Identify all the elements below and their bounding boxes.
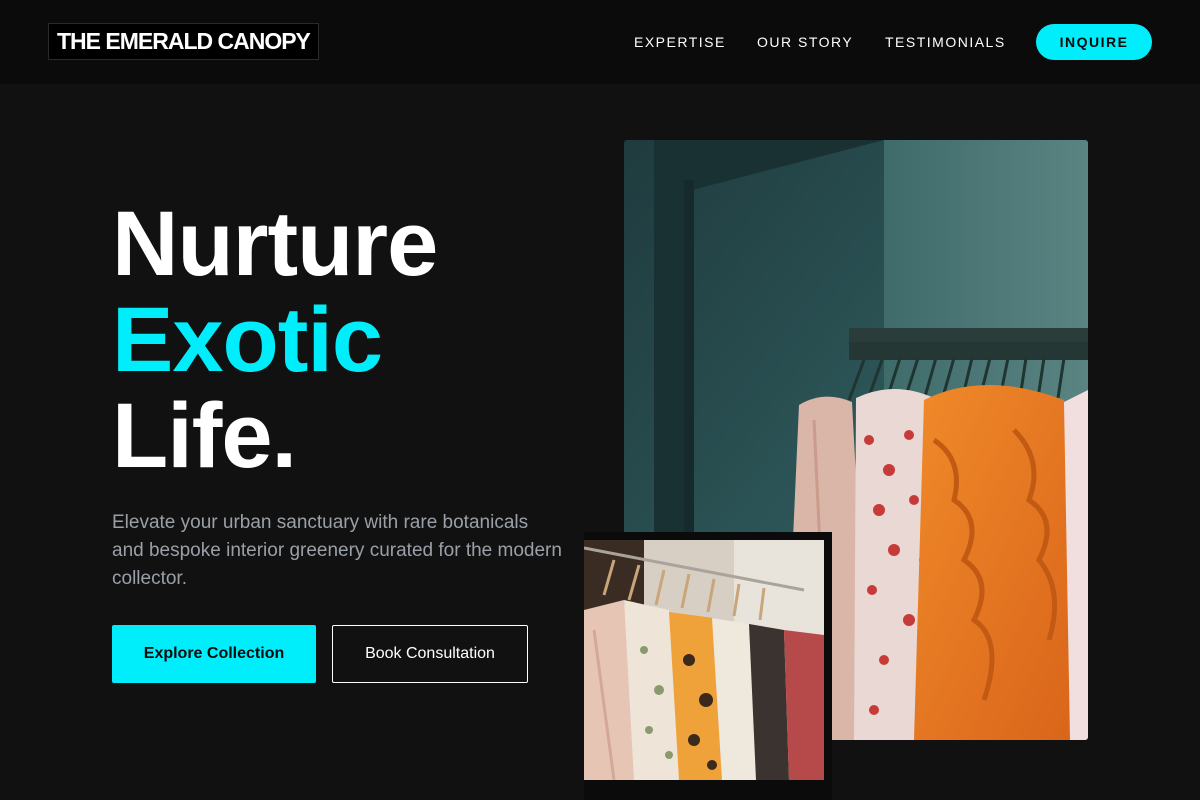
nav-link-expertise[interactable]: EXPERTISE [634,34,726,50]
clothing-rack-closeup-photo [584,540,824,780]
site-header: THE EMERALD CANOPY EXPERTISE OUR STORY T… [0,0,1200,84]
book-consultation-button[interactable]: Book Consultation [332,625,528,683]
logo[interactable]: THE EMERALD CANOPY [48,23,319,60]
thumbnail-image [584,540,824,780]
headline-line-1: Nurture [112,193,438,295]
inquire-button[interactable]: INQUIRE [1036,24,1152,60]
hero-headline: Nurture Exotic Life. [112,193,438,487]
headline-line-3: Life. [112,385,297,487]
nav-link-testimonials[interactable]: TESTIMONIALS [885,34,1006,50]
hero-subtext: Elevate your urban sanctuary with rare b… [112,512,562,589]
explore-collection-button[interactable]: Explore Collection [112,625,316,683]
nav-link-our-story[interactable]: OUR STORY [757,34,853,50]
headline-line-2: Exotic [112,289,383,391]
